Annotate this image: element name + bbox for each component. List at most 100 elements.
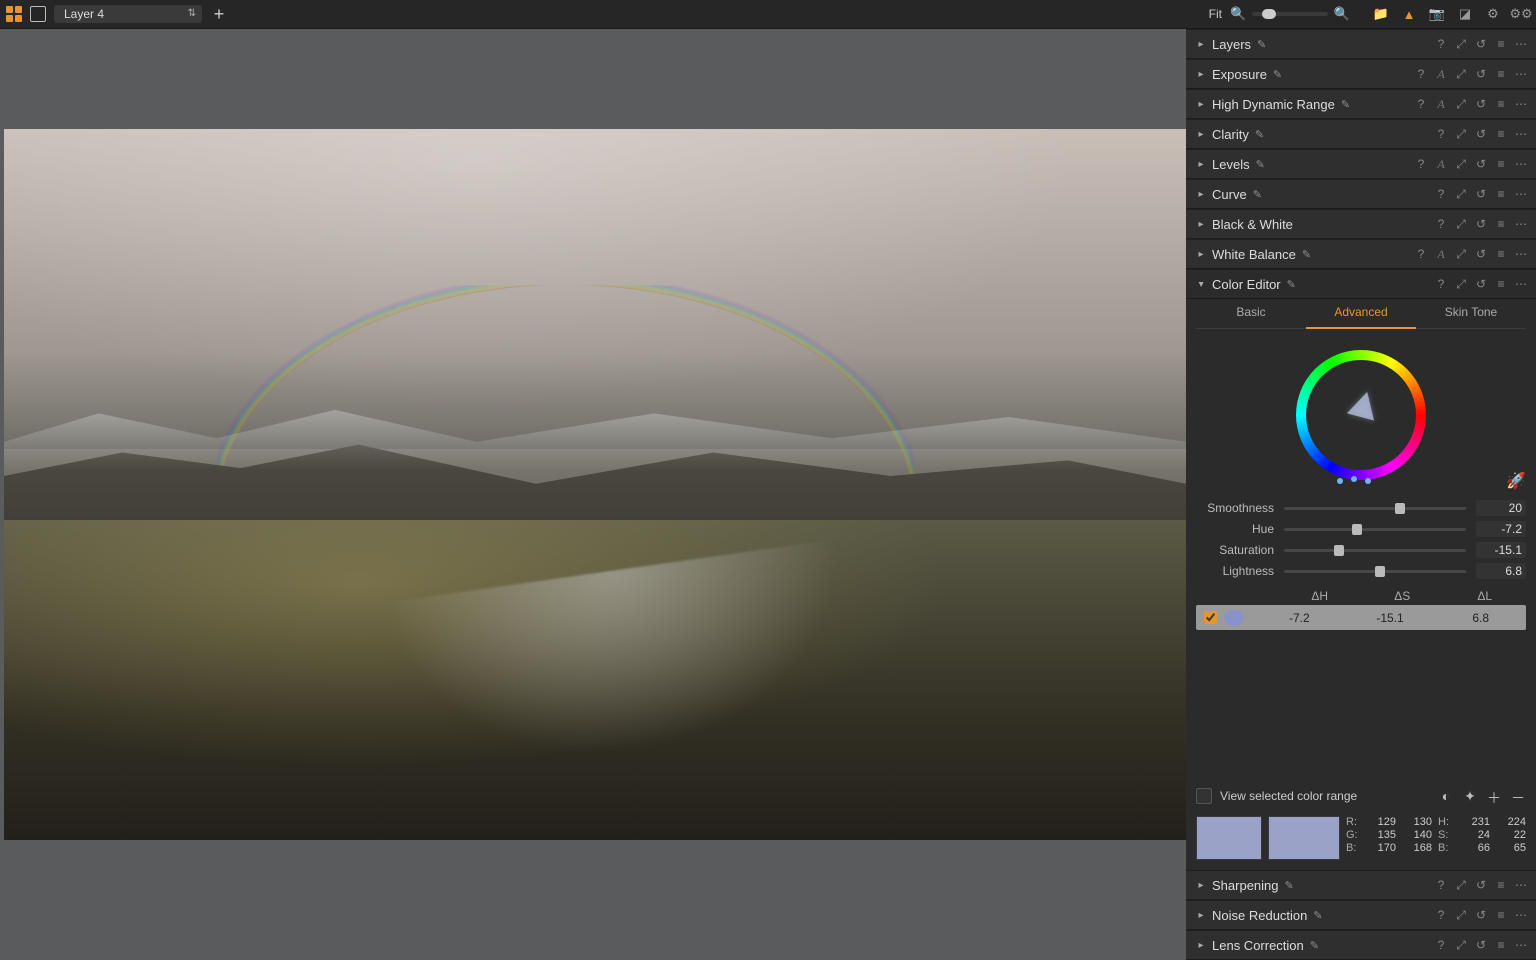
tab-skintone[interactable]: Skin Tone <box>1416 299 1526 328</box>
reset-icon[interactable]: ↺ <box>1474 277 1488 291</box>
browser-grid-icon[interactable] <box>6 6 22 22</box>
color-wheel-selector[interactable] <box>1347 388 1381 420</box>
expand-icon[interactable]: ⤢ <box>1454 908 1468 923</box>
library-tab-icon[interactable]: 📁 <box>1372 5 1390 23</box>
zoom-fit-label[interactable]: Fit <box>1209 7 1222 21</box>
help-icon[interactable]: ? <box>1414 67 1428 81</box>
rocket-icon[interactable]: 🚀 <box>1506 471 1526 491</box>
help-icon[interactable]: ? <box>1414 157 1428 171</box>
more-icon[interactable]: ⋯ <box>1514 908 1528 922</box>
panel-levels[interactable]: ▸ Levels ✎ ? A ⤢ ↺ ≡ ⋯ <box>1186 149 1536 179</box>
panel-curve[interactable]: ▸ Curve ✎ ? ⤢ ↺ ≡ ⋯ <box>1186 179 1536 209</box>
panel-sharpening[interactable]: ▸ Sharpening ✎ ? ⤢ ↺ ≡ ⋯ <box>1186 870 1536 900</box>
expand-icon[interactable]: ⤢ <box>1454 938 1468 953</box>
expand-icon[interactable]: ⤢ <box>1454 97 1468 112</box>
help-icon[interactable]: ? <box>1434 37 1448 51</box>
add-layer-button[interactable]: + <box>210 5 228 23</box>
tab-basic[interactable]: Basic <box>1196 299 1306 328</box>
gears-tab-icon[interactable]: ⚙⚙ <box>1512 5 1530 23</box>
picker-icon[interactable]: ✦ <box>1462 788 1478 804</box>
reset-icon[interactable]: ↺ <box>1474 157 1488 171</box>
reset-icon[interactable]: ↺ <box>1474 217 1488 231</box>
circle-icon[interactable]: ◐ <box>1438 788 1454 804</box>
expand-icon[interactable]: ⤢ <box>1454 247 1468 262</box>
menu-icon[interactable]: ≡ <box>1494 938 1508 952</box>
auto-icon[interactable]: A <box>1434 97 1448 112</box>
auto-icon[interactable]: A <box>1434 247 1448 262</box>
more-icon[interactable]: ⋯ <box>1514 247 1528 261</box>
menu-icon[interactable]: ≡ <box>1494 187 1508 201</box>
delta-row[interactable]: -7.2 -15.1 6.8 <box>1196 605 1526 630</box>
delta-row-checkbox[interactable] <box>1204 611 1217 624</box>
panel-bw[interactable]: ▸ Black & White ? ⤢ ↺ ≡ ⋯ <box>1186 209 1536 239</box>
remove-icon[interactable]: － <box>1510 788 1526 804</box>
expand-icon[interactable]: ⤢ <box>1454 878 1468 893</box>
menu-icon[interactable]: ≡ <box>1494 67 1508 81</box>
help-icon[interactable]: ? <box>1414 97 1428 111</box>
reset-icon[interactable]: ↺ <box>1474 67 1488 81</box>
menu-icon[interactable]: ≡ <box>1494 878 1508 892</box>
menu-icon[interactable]: ≡ <box>1494 37 1508 51</box>
menu-icon[interactable]: ≡ <box>1494 908 1508 922</box>
zoom-in-icon[interactable]: 🔍 <box>1334 6 1350 22</box>
help-icon[interactable]: ? <box>1434 908 1448 922</box>
panel-color-editor[interactable]: ▸ Color Editor ✎ ? ⤢ ↺ ≡ ⋯ <box>1186 269 1536 299</box>
help-icon[interactable]: ? <box>1434 217 1448 231</box>
viewer-mode-icon[interactable] <box>30 6 46 22</box>
reset-icon[interactable]: ↺ <box>1474 97 1488 111</box>
panel-wb[interactable]: ▸ White Balance ✎ ? A ⤢ ↺ ≡ ⋯ <box>1186 239 1536 269</box>
color-wheel[interactable] <box>1296 350 1426 480</box>
help-icon[interactable]: ? <box>1434 127 1448 141</box>
slider-value[interactable]: 20 <box>1476 500 1526 516</box>
slider-value[interactable]: -7.2 <box>1476 521 1526 537</box>
auto-icon[interactable]: A <box>1434 157 1448 172</box>
expand-icon[interactable]: ⤢ <box>1454 37 1468 52</box>
help-icon[interactable]: ? <box>1434 938 1448 952</box>
layer-select[interactable]: Layer 4 ⇅ <box>54 5 202 23</box>
more-icon[interactable]: ⋯ <box>1514 67 1528 81</box>
reset-icon[interactable]: ↺ <box>1474 247 1488 261</box>
reset-icon[interactable]: ↺ <box>1474 908 1488 922</box>
slider-track[interactable] <box>1284 528 1466 531</box>
help-icon[interactable]: ? <box>1434 187 1448 201</box>
panel-lens[interactable]: ▸ Lens Correction ✎ ? ⤢ ↺ ≡ ⋯ <box>1186 930 1536 960</box>
more-icon[interactable]: ⋯ <box>1514 878 1528 892</box>
more-icon[interactable]: ⋯ <box>1514 187 1528 201</box>
image-viewer[interactable] <box>0 29 1186 960</box>
expand-icon[interactable]: ⤢ <box>1454 157 1468 172</box>
expand-icon[interactable]: ⤢ <box>1454 187 1468 202</box>
menu-icon[interactable]: ≡ <box>1494 127 1508 141</box>
reset-icon[interactable]: ↺ <box>1474 938 1488 952</box>
output-tab-icon[interactable]: ◪ <box>1456 5 1474 23</box>
settings-tab-icon[interactable]: ⚙ <box>1484 5 1502 23</box>
expand-icon[interactable]: ⤢ <box>1454 277 1468 292</box>
reset-icon[interactable]: ↺ <box>1474 37 1488 51</box>
adjust-tab-icon[interactable]: ▲ <box>1400 5 1418 23</box>
menu-icon[interactable]: ≡ <box>1494 97 1508 111</box>
help-icon[interactable]: ? <box>1414 247 1428 261</box>
reset-icon[interactable]: ↺ <box>1474 187 1488 201</box>
expand-icon[interactable]: ⤢ <box>1454 217 1468 232</box>
more-icon[interactable]: ⋯ <box>1514 217 1528 231</box>
menu-icon[interactable]: ≡ <box>1494 247 1508 261</box>
auto-icon[interactable]: A <box>1434 67 1448 82</box>
menu-icon[interactable]: ≡ <box>1494 277 1508 291</box>
more-icon[interactable]: ⋯ <box>1514 37 1528 51</box>
zoom-slider[interactable]: 🔍 🔍 <box>1230 6 1350 22</box>
more-icon[interactable]: ⋯ <box>1514 277 1528 291</box>
panel-noise[interactable]: ▸ Noise Reduction ✎ ? ⤢ ↺ ≡ ⋯ <box>1186 900 1536 930</box>
slider-track[interactable] <box>1284 570 1466 573</box>
add-icon[interactable]: ＋ <box>1486 788 1502 804</box>
panel-hdr[interactable]: ▸ High Dynamic Range ✎ ? A ⤢ ↺ ≡ ⋯ <box>1186 89 1536 119</box>
more-icon[interactable]: ⋯ <box>1514 938 1528 952</box>
panel-clarity[interactable]: ▸ Clarity ✎ ? ⤢ ↺ ≡ ⋯ <box>1186 119 1536 149</box>
slider-value[interactable]: 6.8 <box>1476 563 1526 579</box>
view-range-checkbox[interactable] <box>1196 788 1212 804</box>
more-icon[interactable]: ⋯ <box>1514 97 1528 111</box>
help-icon[interactable]: ? <box>1434 878 1448 892</box>
menu-icon[interactable]: ≡ <box>1494 157 1508 171</box>
expand-icon[interactable]: ⤢ <box>1454 67 1468 82</box>
slider-value[interactable]: -15.1 <box>1476 542 1526 558</box>
more-icon[interactable]: ⋯ <box>1514 127 1528 141</box>
panel-exposure[interactable]: ▸ Exposure ✎ ? A ⤢ ↺ ≡ ⋯ <box>1186 59 1536 89</box>
